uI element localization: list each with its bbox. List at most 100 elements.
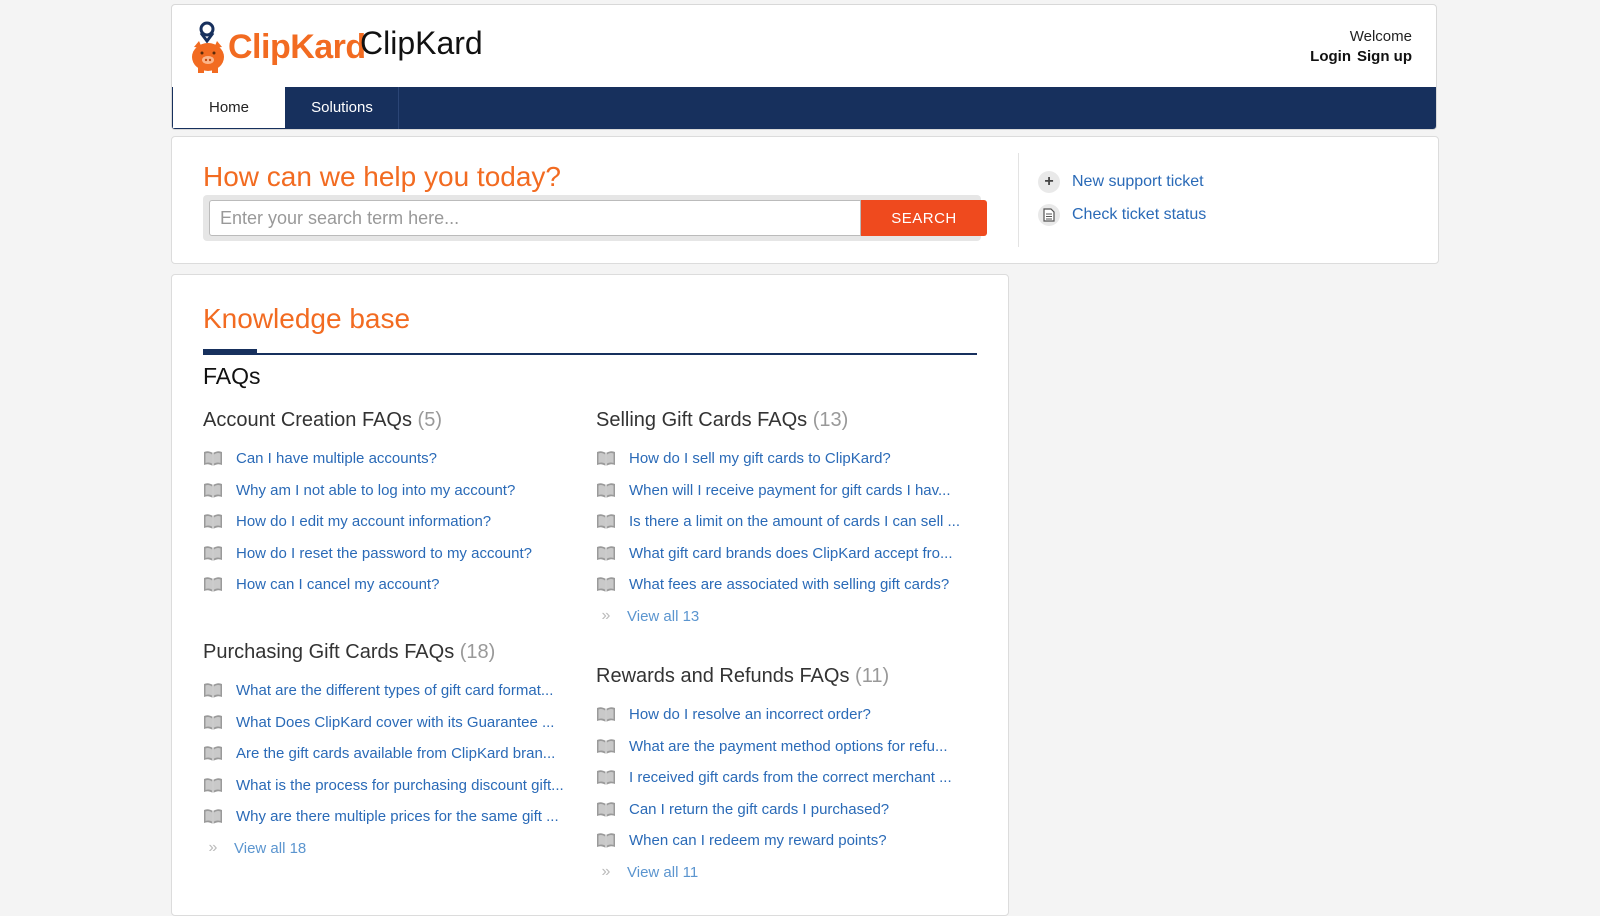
auth-links: Login Sign up	[1304, 47, 1412, 67]
article-link[interactable]: How do I resolve an incorrect order?	[596, 699, 971, 731]
article-link[interactable]: What Does ClipKard cover with its Guaran…	[203, 707, 578, 739]
book-icon	[203, 682, 223, 699]
search-bar: SEARCH	[203, 195, 987, 241]
search-input[interactable]	[209, 200, 861, 236]
book-icon	[596, 801, 616, 818]
book-icon	[203, 576, 223, 593]
view-all-link[interactable]: » View all 11	[596, 857, 971, 888]
new-support-ticket-link[interactable]: + New support ticket	[1038, 171, 1204, 193]
article-title: Why are there multiple prices for the sa…	[236, 808, 559, 826]
article-title: Are the gift cards available from ClipKa…	[236, 745, 556, 763]
logo-text-kard: Kard	[290, 27, 366, 66]
user-area: Welcome Login Sign up	[1304, 27, 1412, 67]
category-count: (18)	[459, 641, 496, 663]
piggy-bank-icon	[190, 19, 226, 75]
book-icon	[596, 769, 616, 786]
book-icon	[203, 745, 223, 762]
help-title: How can we help you today?	[203, 161, 561, 192]
article-link[interactable]: How do I sell my gift cards to ClipKard?	[596, 443, 971, 475]
article-link[interactable]: What are the different types of gift car…	[203, 675, 578, 707]
site-header: ClipKard ClipKard Welcome Login Sign up H…	[171, 4, 1437, 130]
article-link[interactable]: Are the gift cards available from ClipKa…	[203, 738, 578, 770]
book-icon	[596, 545, 616, 562]
article-link[interactable]: I received gift cards from the correct m…	[596, 762, 971, 794]
welcome-text: Welcome	[1349, 28, 1412, 45]
book-icon	[203, 808, 223, 825]
search-button[interactable]: SEARCH	[861, 200, 987, 236]
category-title-text: Account Creation FAQs	[203, 409, 412, 431]
article-title: When can I redeem my reward points?	[629, 832, 887, 850]
article-title: What are the payment method options for …	[629, 737, 948, 755]
book-icon	[596, 706, 616, 723]
category-selling-gift-cards: Selling Gift Cards FAQs (13) How do I se…	[596, 405, 971, 632]
book-icon	[596, 738, 616, 755]
kb-divider-accent	[203, 349, 257, 355]
tab-solutions[interactable]: Solutions	[286, 87, 399, 129]
login-link[interactable]: Login	[1310, 48, 1351, 65]
article-link[interactable]: What fees are associated with selling gi…	[596, 569, 971, 601]
article-title: How do I resolve an incorrect order?	[629, 706, 871, 724]
article-title: What fees are associated with selling gi…	[629, 576, 950, 594]
view-all-label: View all 11	[627, 863, 699, 881]
article-link[interactable]: When will I receive payment for gift car…	[596, 475, 971, 507]
logo-wordmark: ClipKard	[228, 28, 366, 67]
category-account-creation: Account Creation FAQs (5) Can I have mul…	[203, 405, 578, 601]
article-link[interactable]: Can I have multiple accounts?	[203, 443, 578, 475]
book-icon	[596, 450, 616, 467]
article-link[interactable]: What gift card brands does ClipKard acce…	[596, 538, 971, 570]
article-title: What are the different types of gift car…	[236, 682, 554, 700]
category-title[interactable]: Rewards and Refunds FAQs (11)	[596, 661, 971, 691]
article-link[interactable]: When can I redeem my reward points?	[596, 825, 971, 857]
new-support-ticket-label: New support ticket	[1072, 173, 1204, 190]
article-link[interactable]: Is there a limit on the amount of cards …	[596, 506, 971, 538]
book-icon	[596, 482, 616, 499]
category-title-text: Rewards and Refunds FAQs	[596, 665, 850, 687]
kb-title: Knowledge base	[203, 303, 411, 334]
article-title: Why am I not able to log into my account…	[236, 481, 516, 499]
article-title: How do I edit my account information?	[236, 513, 492, 531]
clipkard-logo[interactable]: ClipKard	[190, 17, 366, 77]
article-link[interactable]: How can I cancel my account?	[203, 569, 578, 601]
vertical-divider	[1018, 153, 1019, 247]
article-link[interactable]: What are the payment method options for …	[596, 731, 971, 763]
page: ClipKard ClipKard Welcome Login Sign up H…	[171, 4, 1439, 916]
article-title: What is the process for purchasing disco…	[236, 776, 564, 794]
article-link[interactable]: Can I return the gift cards I purchased?	[596, 794, 971, 826]
article-title: How do I reset the password to my accoun…	[236, 544, 532, 562]
article-title: I received gift cards from the correct m…	[629, 769, 952, 787]
category-title[interactable]: Selling Gift Cards FAQs (13)	[596, 405, 971, 435]
book-icon	[596, 576, 616, 593]
article-link[interactable]: How do I reset the password to my accoun…	[203, 538, 578, 570]
article-link[interactable]: What is the process for purchasing disco…	[203, 770, 578, 802]
double-chevron-right-icon: »	[601, 863, 611, 880]
double-chevron-right-icon: »	[601, 607, 611, 624]
signup-link[interactable]: Sign up	[1357, 48, 1412, 65]
article-link[interactable]: Why are there multiple prices for the sa…	[203, 801, 578, 833]
book-icon	[203, 482, 223, 499]
article-title: When will I receive payment for gift car…	[629, 481, 951, 499]
book-icon	[203, 545, 223, 562]
article-link[interactable]: Why am I not able to log into my account…	[203, 475, 578, 507]
book-icon	[203, 450, 223, 467]
help-search-panel: How can we help you today? SEARCH + New …	[171, 136, 1439, 264]
category-title-text: Selling Gift Cards FAQs	[596, 409, 808, 431]
category-count: (11)	[855, 665, 890, 687]
view-all-link[interactable]: » View all 18	[203, 833, 578, 864]
category-count: (13)	[812, 409, 849, 431]
category-title-text: Purchasing Gift Cards FAQs	[203, 641, 455, 663]
main-nav: Home Solutions	[172, 87, 1436, 129]
check-ticket-status-label: Check ticket status	[1072, 206, 1207, 223]
kb-divider	[203, 353, 977, 355]
category-title[interactable]: Account Creation FAQs (5)	[203, 405, 578, 435]
tab-home[interactable]: Home	[172, 87, 286, 129]
view-all-link[interactable]: » View all 13	[596, 601, 971, 632]
category-rewards-and-refunds: Rewards and Refunds FAQs (11) How do I r…	[596, 661, 971, 888]
check-ticket-status-link[interactable]: Check ticket status	[1038, 204, 1206, 226]
plus-icon: +	[1038, 171, 1060, 193]
article-title: Is there a limit on the amount of cards …	[629, 513, 960, 531]
article-title: What Does ClipKard cover with its Guaran…	[236, 713, 555, 731]
category-count: (5)	[417, 409, 442, 431]
double-chevron-right-icon: »	[208, 839, 218, 856]
article-link[interactable]: How do I edit my account information?	[203, 506, 578, 538]
category-title[interactable]: Purchasing Gift Cards FAQs (18)	[203, 637, 578, 667]
